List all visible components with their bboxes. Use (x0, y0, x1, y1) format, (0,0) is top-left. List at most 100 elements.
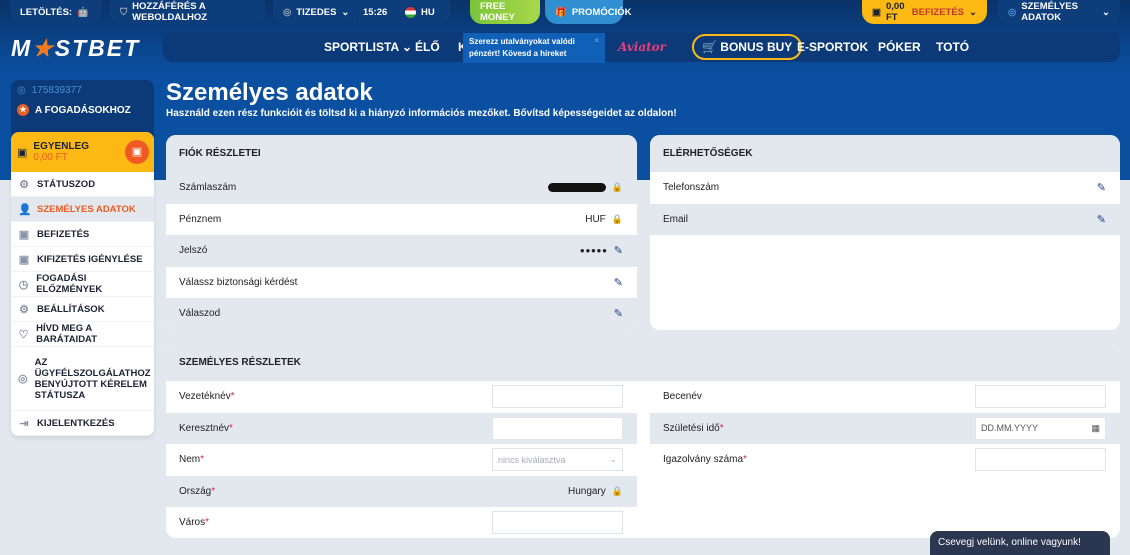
sidebar-item[interactable]: ◎ AZ ÜGYFÉLSZOLGÁLATHOZ BENYÚJTOTT KÉRELE… (11, 347, 154, 411)
odds-label: TIZEDES (296, 6, 337, 18)
edit-pencil-icon[interactable]: ✎ (614, 244, 623, 257)
field-label: Vezetéknév* (179, 391, 235, 402)
account-menu[interactable]: ◎ SZEMÉLYES ADATOK ⌄ (998, 0, 1120, 24)
label-text: Igazolvány száma (663, 454, 744, 466)
row-value: HUF 🔒 (585, 214, 623, 225)
contact-row: Telefonszám ✎ (650, 172, 1120, 204)
balance-box[interactable]: ▣ EGYENLEG 0,00 FT ▣ (11, 132, 154, 172)
nav-esports[interactable]: E-SPORTOK (797, 40, 868, 54)
promotions-button[interactable]: 🎁 PROMÓCIÓK (545, 0, 631, 24)
field-label: Keresztnév* (179, 423, 233, 434)
text-input[interactable] (975, 448, 1106, 472)
free-money-tooltip: Szerezz utalványokat valódi pénzért! Köv… (463, 33, 605, 63)
free-money-button[interactable]: FREE MONEY (470, 0, 540, 24)
required-marker: * (229, 422, 233, 434)
sidebar-item[interactable]: ▣ BEFIZETÉS (11, 222, 154, 247)
balance-value: 0,00 FT (33, 152, 68, 163)
nav-toto[interactable]: TOTÓ (936, 40, 969, 54)
close-icon[interactable]: × (594, 35, 599, 47)
edit-pencil-icon[interactable]: ✎ (1097, 213, 1106, 226)
language-select[interactable]: HU (395, 0, 450, 24)
site-access-label: HOZZÁFÉRÉS A WEBOLDALHOZ (132, 1, 208, 23)
chevron-down-icon: ⌄ (969, 6, 977, 18)
gender-select[interactable]: nincs kiválasztva ⌄ (492, 448, 623, 472)
text-input[interactable] (492, 385, 623, 409)
tooltip-text: Szerezz utalványokat valódi pénzért! Köv… (469, 37, 575, 58)
mostbet-logo[interactable]: M★STBET (11, 35, 140, 62)
field-label: Születési idő* (663, 423, 724, 434)
text-input[interactable] (975, 385, 1106, 409)
account-label: SZEMÉLYES ADATOK (1021, 1, 1078, 23)
sidebar-item-label: FOGADÁSI ELŐZMÉNYEK (36, 273, 103, 295)
text-input[interactable] (492, 416, 623, 440)
birthdate-input[interactable]: DD.MM.YYYY ▦ (975, 416, 1106, 440)
nav-aviator[interactable]: Aviator (618, 40, 666, 54)
row-label: Jelszó (179, 245, 208, 257)
required-marker: * (200, 454, 205, 466)
edit-pencil-icon[interactable]: ✎ (614, 276, 623, 289)
account-row: Válassz biztonsági kérdést ✎ (166, 267, 637, 299)
download-apps[interactable]: LETÖLTÉS: 🤖 (10, 0, 102, 24)
site-access-button[interactable]: ⛉ HOZZÁFÉRÉS A WEBOLDALHOZ (110, 0, 265, 24)
sidebar-item[interactable]: ⚙ BEÁLLÍTÁSOK (11, 297, 154, 322)
row-value: ✎ (614, 307, 623, 320)
sidebar-item-label: HÍVD MEG A BARÁTAIDAT (36, 323, 98, 345)
nav-poker[interactable]: PÓKER (878, 40, 921, 54)
shield-icon: ⛉ (120, 6, 128, 18)
label-text: Város (179, 517, 206, 529)
chat-widget[interactable]: Csevegj velünk, online vagyunk! (930, 531, 1110, 555)
sidebar-item[interactable]: 👤 SZEMÉLYES ADATOK (11, 197, 154, 222)
card-title: FIÓK RÉSZLETEI (166, 135, 637, 172)
header-balance: 0,00 FT (885, 1, 905, 23)
sidebar-item[interactable]: ⚙ STÁTUSZOD (11, 172, 154, 197)
account-row: Válaszod ✎ (166, 298, 637, 330)
nav-elo[interactable]: ÉLŐ (415, 40, 440, 54)
to-bets-link[interactable]: ★ A FOGADÁSOKHOZ (11, 101, 154, 119)
row-label: Válaszod (179, 308, 221, 320)
required-marker: * (719, 422, 724, 434)
sidebar-item-label: STÁTUSZOD (37, 178, 96, 190)
deposit-label: BEFIZETÉS (911, 6, 965, 18)
sidebar-item[interactable]: ◷ FOGADÁSI ELŐZMÉNYEK (11, 272, 154, 297)
text-input[interactable] (492, 511, 623, 535)
sidebar-item-label: KIJELENTKEZÉS (37, 417, 115, 429)
personal-row: Keresztnév* (166, 412, 637, 444)
gear-icon: ◎ (283, 6, 292, 18)
nav-bonus-buy[interactable]: 🛒 BONUS BUY (692, 34, 803, 60)
wallet-icon: ▣ (17, 146, 28, 159)
nav-sportlista[interactable]: SPORTLISTA ⌄ (324, 40, 412, 54)
password-mask: ••••• (580, 243, 608, 259)
edit-pencil-icon[interactable]: ✎ (1097, 181, 1106, 194)
language-label: HU (421, 6, 435, 18)
cart-icon: 🛒 (702, 40, 717, 54)
time-select[interactable]: 15:26 (353, 0, 395, 24)
personal-row: Igazolvány száma* (650, 444, 1120, 476)
odds-format-select[interactable]: ◎ TIZEDES ⌄ (273, 0, 353, 24)
menu-icon: ▣ (18, 253, 30, 266)
required-marker: * (230, 391, 235, 403)
android-icon[interactable]: 🤖 (77, 7, 89, 18)
edit-pencil-icon[interactable]: ✎ (614, 307, 623, 320)
promotions-label: PROMÓCIÓK (571, 6, 632, 18)
row-value: ••••• ✎ (580, 243, 623, 258)
menu-icon: ⚙ (19, 178, 29, 191)
label-text: Nem (179, 454, 201, 466)
user-id: 175839377 (31, 85, 82, 96)
country-value: Hungary 🔒 (568, 486, 623, 497)
sidebar-item[interactable]: ♡ HÍVD MEG A BARÁTAIDAT (11, 322, 154, 347)
sidebar-item-label: KIFIZETÉS IGÉNYLÉSE (37, 253, 143, 265)
required-marker: * (205, 517, 210, 529)
sidebar-item-label: BEÁLLÍTÁSOK (37, 303, 105, 315)
sidebar-item[interactable]: ▣ KIFIZETÉS IGÉNYLÉSE (11, 247, 154, 272)
deposit-button[interactable]: ▣ 0,00 FT BEFIZETÉS ⌄ (862, 0, 987, 24)
required-marker: * (743, 454, 747, 466)
sidebar-item[interactable]: ⇥ KIJELENTKEZÉS (11, 411, 154, 436)
placeholder: DD.MM.YYYY (981, 423, 1039, 434)
field-label: Város* (179, 517, 209, 528)
sidebar-item-label: BEFIZETÉS (37, 228, 90, 240)
label-text: Ország (179, 485, 212, 497)
contact-row: Email ✎ (650, 203, 1120, 235)
add-funds-icon[interactable]: ▣ (125, 140, 149, 164)
page-title: Személyes adatok (166, 79, 373, 106)
sidebar: ▣ EGYENLEG 0,00 FT ▣ ⚙ STÁTUSZOD 👤 SZEMÉLYES A… (11, 132, 154, 436)
